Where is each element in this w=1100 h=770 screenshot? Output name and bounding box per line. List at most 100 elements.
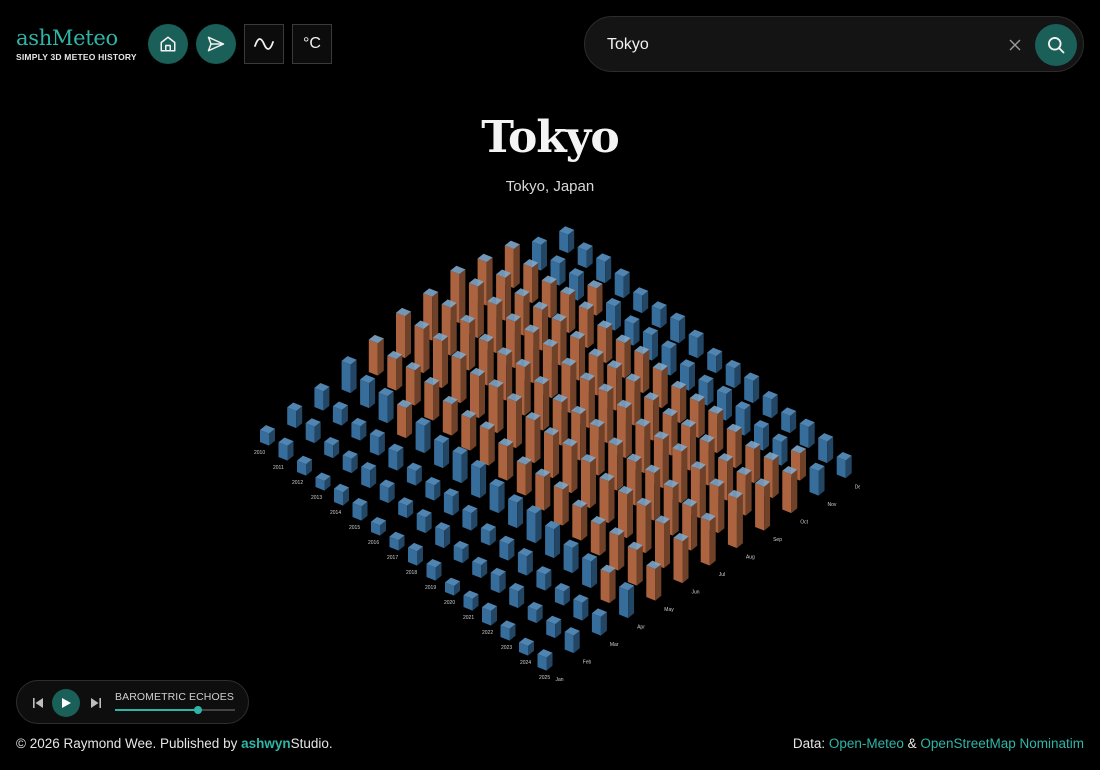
month-label: Jul xyxy=(719,572,725,578)
previous-track-button[interactable] xyxy=(31,695,45,709)
publisher-part-a: ashwyn xyxy=(241,736,291,751)
brand[interactable]: ashMeteo SIMPLY 3D METEO HISTORY xyxy=(16,26,137,62)
search-icon xyxy=(1048,37,1065,54)
track-progress-bar[interactable] xyxy=(115,706,235,714)
bar-2022-Mar xyxy=(536,566,552,591)
bar-2011-Jan xyxy=(278,437,294,461)
bar-2023-Mar xyxy=(554,583,570,606)
bar-2024-Apr xyxy=(600,564,616,604)
track-progress-knob[interactable] xyxy=(193,706,202,714)
bar-2013-Apr xyxy=(397,399,413,439)
bar-2010-Jun xyxy=(396,307,411,359)
bar-2016-Jan xyxy=(371,516,386,536)
bar-2019-Feb xyxy=(453,540,469,564)
month-label: Jan xyxy=(556,677,564,683)
bar-2016-Mar xyxy=(425,476,441,501)
month-label: Nov xyxy=(828,502,837,508)
bar-2015-Feb xyxy=(379,479,395,504)
bar-2021-Dec xyxy=(762,390,778,419)
play-button[interactable] xyxy=(52,689,80,717)
weather-3d-chart[interactable]: 2010 2011 2012 2013 2014 2015 2016 2017 2018 2019… xyxy=(240,212,860,722)
bar-2024-Feb xyxy=(546,615,562,639)
month-label: May xyxy=(664,607,674,613)
bar-2023-Feb xyxy=(527,601,543,624)
bar-2018-Jun xyxy=(544,427,559,479)
locate-button[interactable] xyxy=(196,24,236,64)
bar-2020-Jun xyxy=(581,454,596,509)
year-label: 2010 xyxy=(254,450,265,456)
unit-label: °C xyxy=(303,35,321,52)
bar-2023-May xyxy=(609,527,625,571)
month-label: Mar xyxy=(610,642,619,648)
nominatim-link[interactable]: OpenStreetMap Nominatim xyxy=(920,736,1084,751)
bar-2020-Jan xyxy=(445,577,460,596)
month-label: Feb xyxy=(583,660,592,666)
month-label: Oct xyxy=(800,520,808,526)
year-label: 2020 xyxy=(444,600,455,606)
year-label: 2022 xyxy=(482,630,493,636)
ampersand: & xyxy=(903,736,921,751)
bar-2023-Apr xyxy=(582,553,598,589)
bar-2018-May xyxy=(516,456,532,496)
bar-2010-Mar xyxy=(314,383,330,411)
bar-2016-Feb xyxy=(398,497,414,519)
copyright-text: © 2026 Raymond Wee. Published by xyxy=(16,736,242,751)
year-label: 2024 xyxy=(520,660,531,666)
paper-plane-icon xyxy=(207,36,225,52)
clear-search-button[interactable] xyxy=(1005,35,1025,55)
unit-toggle-button[interactable]: °C xyxy=(292,24,332,64)
bar-2025-Feb xyxy=(564,627,580,654)
bar-2017-Apr xyxy=(471,459,487,499)
publisher-part-b: S xyxy=(290,736,300,751)
bar-2020-Apr xyxy=(526,505,542,544)
skip-back-icon xyxy=(33,698,43,708)
bar-2025-May xyxy=(646,560,662,601)
footer-data-sources: Data: Open-Meteo & OpenStreetMap Nominat… xyxy=(793,736,1084,751)
bar-2014-Apr xyxy=(415,417,431,454)
year-label: 2012 xyxy=(292,480,303,486)
bar-field xyxy=(260,226,852,671)
bar-2025-Jan xyxy=(537,649,553,671)
location-subtitle: Tokyo, Japan xyxy=(505,178,595,195)
bar-2017-Jan xyxy=(389,531,405,551)
month-label: Apr xyxy=(637,625,645,631)
month-label: Aug xyxy=(746,555,755,561)
search-bar xyxy=(584,16,1084,72)
footer-credits: © 2026 Raymond Wee. Published by ashwynS… xyxy=(16,736,333,751)
bar-2024-Jun xyxy=(655,515,670,569)
bar-2021-May xyxy=(572,499,588,541)
bar-2014-Jun xyxy=(470,367,485,419)
bar-2017-Mar xyxy=(443,488,459,516)
bar-2020-Feb xyxy=(472,556,488,579)
bar-2021-Apr xyxy=(545,520,561,559)
wave-icon xyxy=(254,38,274,50)
bar-2018-Jan xyxy=(408,542,423,566)
bar-2011-Mar xyxy=(332,401,348,426)
search-input[interactable] xyxy=(607,33,987,57)
bar-2015-Mar xyxy=(406,462,422,486)
bar-2025-Nov xyxy=(809,462,825,496)
bar-2018-Apr xyxy=(489,478,505,514)
bar-2010-Dec xyxy=(559,226,575,254)
search-button[interactable] xyxy=(1035,24,1077,66)
bar-2015-Dec xyxy=(651,301,667,329)
bar-2013-Feb xyxy=(342,450,358,474)
open-meteo-link[interactable]: Open-Meteo xyxy=(829,736,904,751)
home-button[interactable] xyxy=(148,24,188,64)
mode-toggle-button[interactable] xyxy=(244,24,284,64)
bar-2017-Feb xyxy=(416,508,432,534)
year-label: 2014 xyxy=(330,510,341,516)
bar-2022-Dec xyxy=(781,407,797,434)
bar-2012-Feb xyxy=(324,437,340,459)
bar-2012-May xyxy=(405,361,421,406)
publisher-link[interactable]: ashwynStudio xyxy=(241,736,329,751)
track-title: BAROMETRIC ECHOES xyxy=(115,691,234,703)
footer-period: . xyxy=(328,736,333,751)
bar-2017-Jun xyxy=(525,412,541,464)
next-track-button[interactable] xyxy=(89,695,103,709)
month-label: Dec xyxy=(855,485,860,491)
bar-2025-Jul xyxy=(700,512,716,566)
bar-2025-Mar xyxy=(591,608,607,636)
bar-2017-Dec xyxy=(688,329,704,359)
bar-2014-Jan xyxy=(334,483,349,506)
